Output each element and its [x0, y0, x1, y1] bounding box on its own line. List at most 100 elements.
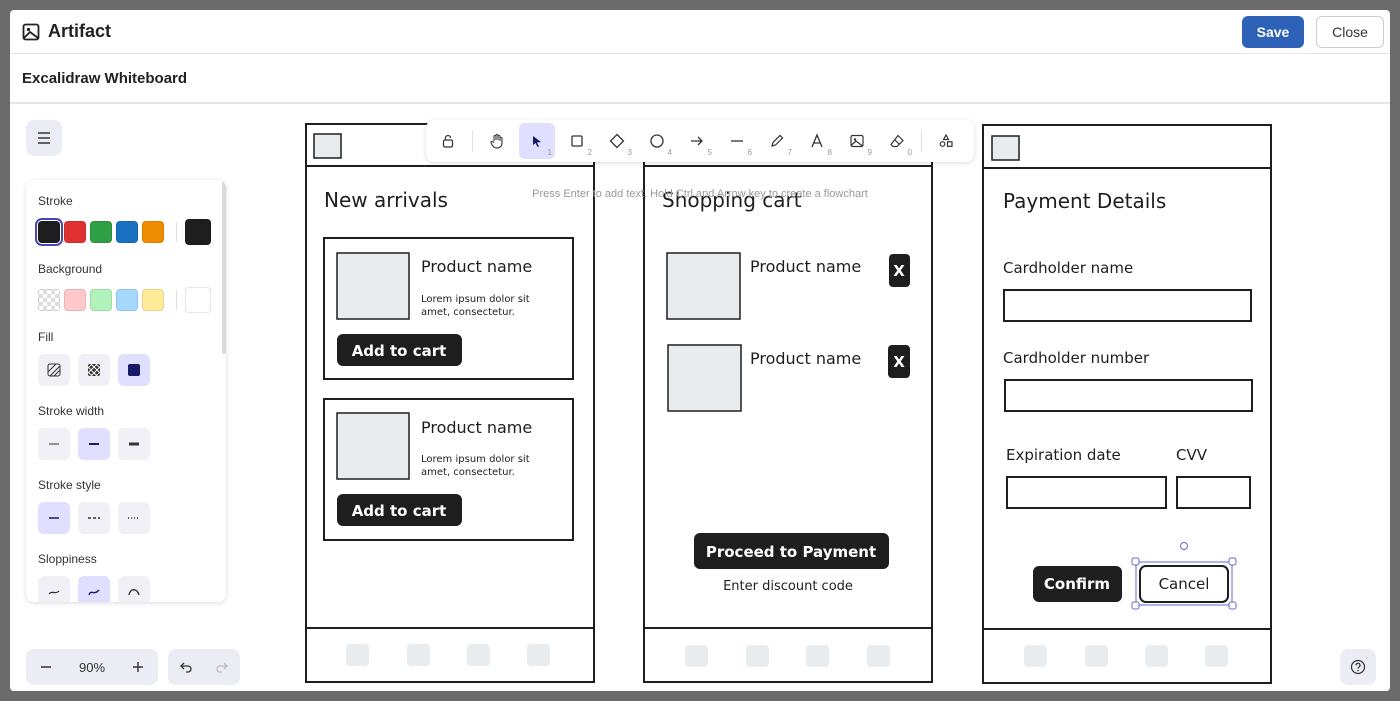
- main-menu-button[interactable]: [26, 120, 62, 156]
- stroke-color-blue[interactable]: [116, 221, 138, 243]
- plus-icon: [133, 662, 143, 672]
- cart-item2-name: Product name: [750, 349, 861, 368]
- background-color-row: [38, 287, 215, 313]
- architect-icon: [48, 590, 60, 595]
- line-tool[interactable]: 6: [719, 123, 755, 159]
- rectangle-icon: [571, 135, 583, 147]
- hand-tool[interactable]: [479, 123, 515, 159]
- zoom-out-button[interactable]: [30, 651, 62, 683]
- stroke-style-label: Stroke style: [38, 478, 101, 492]
- ellipse-tool[interactable]: 4: [639, 123, 675, 159]
- stroke-color-row: [35, 218, 215, 246]
- stroke-color-black[interactable]: [35, 218, 63, 246]
- artist-icon: [88, 589, 100, 596]
- ellipse-shortcut: 4: [667, 148, 672, 157]
- solid-fill-icon: [128, 364, 140, 376]
- arrow-shortcut: 5: [707, 148, 712, 157]
- cvv-field[interactable]: [1176, 476, 1251, 509]
- bottom-controls: 90%: [26, 649, 240, 685]
- text-shortcut: 8: [827, 148, 832, 157]
- arrow-icon: [691, 136, 703, 146]
- stroke-color-red[interactable]: [64, 221, 86, 243]
- close-button[interactable]: Close: [1316, 16, 1384, 48]
- extra-tools-button[interactable]: [928, 123, 964, 159]
- diamond-shortcut: 3: [627, 148, 632, 157]
- properties-panel: Stroke Background Fill Stroke width Stro…: [26, 180, 226, 602]
- background-color-yellow[interactable]: [142, 289, 164, 311]
- hamburger-icon: [38, 132, 50, 144]
- background-color-pink[interactable]: [64, 289, 86, 311]
- background-color-blue[interactable]: [116, 289, 138, 311]
- stroke-width-bold-button[interactable]: [78, 428, 110, 460]
- sloppiness-cartoonist-button[interactable]: [118, 576, 150, 602]
- minus-icon: [41, 666, 51, 668]
- dotted-line-icon: [128, 517, 140, 519]
- stroke-current-color[interactable]: [185, 219, 211, 245]
- stroke-style-dashed-button[interactable]: [78, 502, 110, 534]
- hand-icon: [490, 133, 503, 149]
- redo-icon[interactable]: [215, 660, 229, 674]
- background-transparent[interactable]: [38, 289, 60, 311]
- shapes-icon: [939, 133, 953, 147]
- whiteboard-canvas[interactable]: New arrivals Product name Lorem ipsum do…: [10, 104, 1390, 691]
- lock-tool[interactable]: [430, 123, 466, 159]
- draw-tool[interactable]: 7: [759, 123, 795, 159]
- background-current-color[interactable]: [185, 287, 211, 313]
- screen-shopping-cart[interactable]: Shopping cart Product name X Product nam…: [643, 123, 933, 683]
- stroke-color-green[interactable]: [90, 221, 112, 243]
- cardholder-name-field[interactable]: [1003, 289, 1252, 322]
- sloppiness-artist-button[interactable]: [78, 576, 110, 602]
- sloppiness-architect-button[interactable]: [38, 576, 70, 602]
- undo-icon[interactable]: [179, 660, 193, 674]
- card1-add-to-cart-label: Add to cart: [352, 342, 447, 360]
- stroke-style-solid-button[interactable]: [38, 502, 70, 534]
- zoom-level[interactable]: 90%: [79, 660, 105, 675]
- hachure-icon: [47, 363, 61, 377]
- save-button[interactable]: Save: [1242, 16, 1304, 48]
- fill-solid-button[interactable]: [118, 354, 150, 386]
- panel-scrollbar[interactable]: [222, 180, 226, 354]
- diamond-icon: [609, 133, 625, 149]
- zoom-in-button[interactable]: [122, 651, 154, 683]
- text-tool[interactable]: 8: [799, 123, 835, 159]
- cardholder-number-field[interactable]: [1004, 379, 1253, 412]
- artifact-modal: Artifact Save Close Excalidraw Whiteboar…: [10, 10, 1390, 691]
- arrow-tool[interactable]: 5: [679, 123, 715, 159]
- background-label: Background: [38, 262, 103, 276]
- selection-tool[interactable]: 1: [519, 123, 555, 159]
- fill-cross-hatch-button[interactable]: [78, 354, 110, 386]
- stroke-width-thin-button[interactable]: [38, 428, 70, 460]
- screen-new-arrivals[interactable]: New arrivals Product name Lorem ipsum do…: [305, 123, 595, 683]
- discount-code-text: Enter discount code: [723, 579, 853, 594]
- screen-payment-details[interactable]: Payment Details Cardholder name Cardhold…: [982, 124, 1272, 684]
- solid-line-icon: [49, 517, 59, 519]
- expiration-date-label: Expiration date: [1006, 446, 1121, 464]
- help-button[interactable]: [1340, 649, 1376, 685]
- image-shortcut: 9: [867, 148, 872, 157]
- fill-hachure-button[interactable]: [38, 354, 70, 386]
- background-color-green[interactable]: [90, 289, 112, 311]
- rectangle-tool[interactable]: 2: [559, 123, 595, 159]
- divider: [176, 290, 177, 310]
- card2-add-to-cart-label: Add to cart: [352, 502, 447, 520]
- stroke-style-dotted-button[interactable]: [118, 502, 150, 534]
- card1-desc-line2: amet, consectetur.: [421, 307, 515, 318]
- rectangle-shortcut: 2: [587, 148, 592, 157]
- artifact-name: Excalidraw Whiteboard: [22, 70, 188, 87]
- zoom-control: 90%: [26, 649, 158, 685]
- proceed-to-payment-label: Proceed to Payment: [706, 543, 876, 561]
- image-tool[interactable]: 9: [839, 123, 875, 159]
- canvas-hint: Press Enter to add text. Hold Ctrl and A…: [532, 188, 868, 200]
- expiration-date-field[interactable]: [1006, 476, 1167, 509]
- stroke-width-extra-bold-button[interactable]: [118, 428, 150, 460]
- fill-label: Fill: [38, 330, 54, 344]
- cardholder-name-label: Cardholder name: [1003, 259, 1133, 277]
- image-icon: [22, 23, 40, 40]
- diamond-tool[interactable]: 3: [599, 123, 635, 159]
- stroke-color-orange[interactable]: [142, 221, 164, 243]
- confirm-label: Confirm: [1044, 575, 1110, 593]
- stroke-style-options: [38, 502, 158, 534]
- eraser-tool[interactable]: 0: [879, 123, 915, 159]
- history-controls: [168, 649, 240, 685]
- toolbar-divider: [921, 130, 922, 152]
